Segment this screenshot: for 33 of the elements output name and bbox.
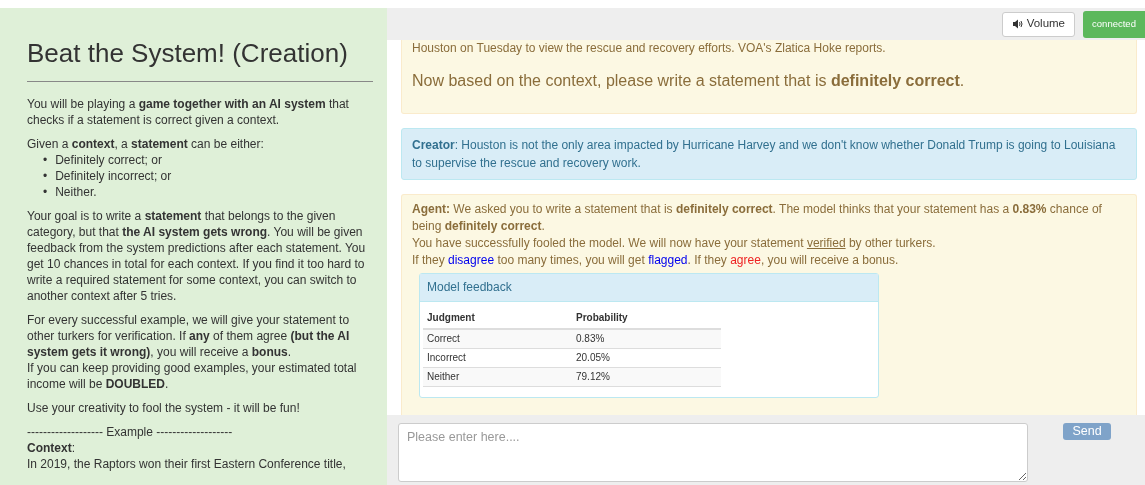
creator-message: Creator: Houston is not the only area impacted by Hurricane Harvey and we don't know whether Donald Trump is going to Louisiana to supervise the rescue and recovery work. (401, 128, 1137, 180)
table-cell: 79.12% (572, 367, 721, 387)
table-cell: Neither (423, 367, 572, 387)
agent-message: Agent: We asked you to write a statement that is definitely correct. The model thinks that your statement has a 0.83% chance of being definitely correct. (412, 201, 1103, 235)
instruction-paragraph: ------------------- Example ------------------- (27, 424, 234, 440)
category-item: Neither. (55, 184, 97, 200)
page-title: Beat the System! (Creation) (27, 38, 373, 82)
agent-message: If they disagree too many times, you will get flagged. If they agree, you will receive a bonus. (412, 252, 900, 269)
table-cell: 20.05% (572, 348, 721, 368)
instruction-paragraph: Context: (27, 440, 76, 456)
bullet: • (43, 152, 48, 168)
instruction-paragraph: Use your creativity to fool the system - it will be fun! (27, 400, 301, 416)
table-cell: Incorrect (423, 348, 572, 368)
context-text: Houston on Tuesday to view the rescue and recovery efforts. VOA's Zlatica Hoke reports. (412, 41, 887, 55)
instruction-paragraph: If you can keep providing good examples, your estimated total income will be DOUBLED. (27, 360, 358, 392)
instruction-text: Now based on the context, please write a statement that is definitely correct. (412, 71, 966, 91)
table-cell: 0.83% (572, 329, 721, 349)
instruction-paragraph: Given a context, a statement can be either: (27, 136, 265, 152)
feedback-title: Model feedback (420, 274, 878, 302)
connection-status: connected (1083, 10, 1145, 38)
instruction-paragraph: You will be playing a game together with an AI system that checks if a statement is correct given a context. (27, 96, 350, 128)
bullet: • (43, 168, 48, 184)
table-cell: Correct (423, 329, 572, 349)
instruction-paragraph: In 2019, the Raptors won their first Eastern Conference title, (27, 456, 347, 472)
bullet: • (43, 184, 48, 200)
instruction-paragraph: Your goal is to write a statement that belongs to the given category, but that the AI system gets wrong. You will be given feedback from the system predictions after each statement. You get 10 chances in total for each context. If you find it too hard to write a required statement for some context, you can switch to another context after 5 tries. (27, 208, 367, 304)
message-input[interactable]: Please enter here.... (398, 423, 1028, 482)
category-item: Definitely correct; or (55, 152, 162, 168)
instruction-paragraph: For every successful example, we will give your statement to other turkers for verification. If any of them agree (but the AI system gets it wrong), you will receive a bonus. (27, 312, 351, 360)
category-item: Definitely incorrect; or (55, 168, 172, 184)
volume-button[interactable]: Volume (1001, 11, 1075, 37)
agent-message: You have successfully fooled the model. We will now have your statement verified by other turkers. (412, 235, 937, 252)
speaker-icon (1011, 19, 1023, 29)
